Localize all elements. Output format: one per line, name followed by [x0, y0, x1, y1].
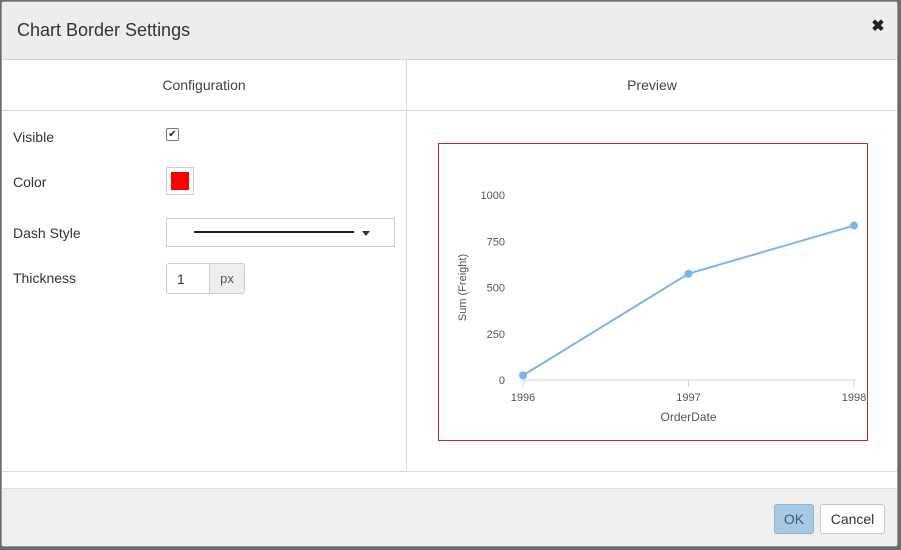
dialog-body: Configuration Visible ✔ Color Dash Style…: [2, 60, 897, 472]
dialog-header: Chart Border Settings ✖: [2, 2, 897, 60]
ok-button[interactable]: OK: [774, 504, 814, 534]
preview-header: Preview: [407, 60, 897, 111]
visible-checkbox[interactable]: ✔: [166, 128, 179, 141]
y-tick-label: 500: [487, 283, 505, 295]
close-icon[interactable]: ✖: [869, 17, 887, 37]
x-axis-title: OrderDate: [660, 410, 716, 424]
y-tick-label: 0: [499, 375, 505, 387]
color-picker[interactable]: [166, 167, 194, 195]
cancel-button[interactable]: Cancel: [820, 504, 885, 534]
solid-line-preview: [194, 231, 354, 233]
x-tick-label: 1998: [842, 392, 866, 404]
configuration-panel: Configuration Visible ✔ Color Dash Style…: [2, 60, 407, 471]
thickness-unit: px: [209, 263, 245, 294]
x-tick-label: 1997: [676, 392, 700, 404]
series-line: [522, 224, 855, 377]
data-point: [850, 221, 858, 230]
y-axis-title: Sum (Freight): [457, 254, 469, 321]
dialog-footer: OK Cancel: [2, 488, 897, 546]
data-point: [519, 371, 527, 380]
thickness-label: Thickness: [13, 270, 77, 286]
color-label: Color: [13, 174, 47, 190]
visible-label: Visible: [13, 129, 54, 145]
data-point: [684, 269, 693, 278]
chart-border-settings-dialog: Chart Border Settings ✖ Configuration Vi…: [1, 1, 898, 547]
thickness-input[interactable]: [166, 263, 210, 294]
configuration-header: Configuration: [2, 60, 406, 111]
y-tick-label: 250: [487, 329, 505, 341]
dash-style-dropdown[interactable]: [166, 218, 395, 247]
y-tick-label: 1000: [481, 190, 505, 202]
dash-style-label: Dash Style: [13, 225, 81, 241]
dialog-title: Chart Border Settings: [17, 20, 191, 40]
line-chart: 1996 1997 1998 0 250 500 750 1000 OrderDate Sum (…: [457, 190, 866, 424]
color-swatch: [171, 172, 189, 190]
preview-panel: Preview 1996 1997 1998 0 250 500 750 1000 OrderD…: [407, 60, 897, 471]
y-tick-label: 750: [487, 236, 505, 248]
preview-chart-frame: 1996 1997 1998 0 250 500 750 1000 OrderDate Sum (…: [438, 143, 868, 441]
chevron-down-icon: [362, 231, 370, 236]
x-tick-label: 1996: [511, 392, 535, 404]
